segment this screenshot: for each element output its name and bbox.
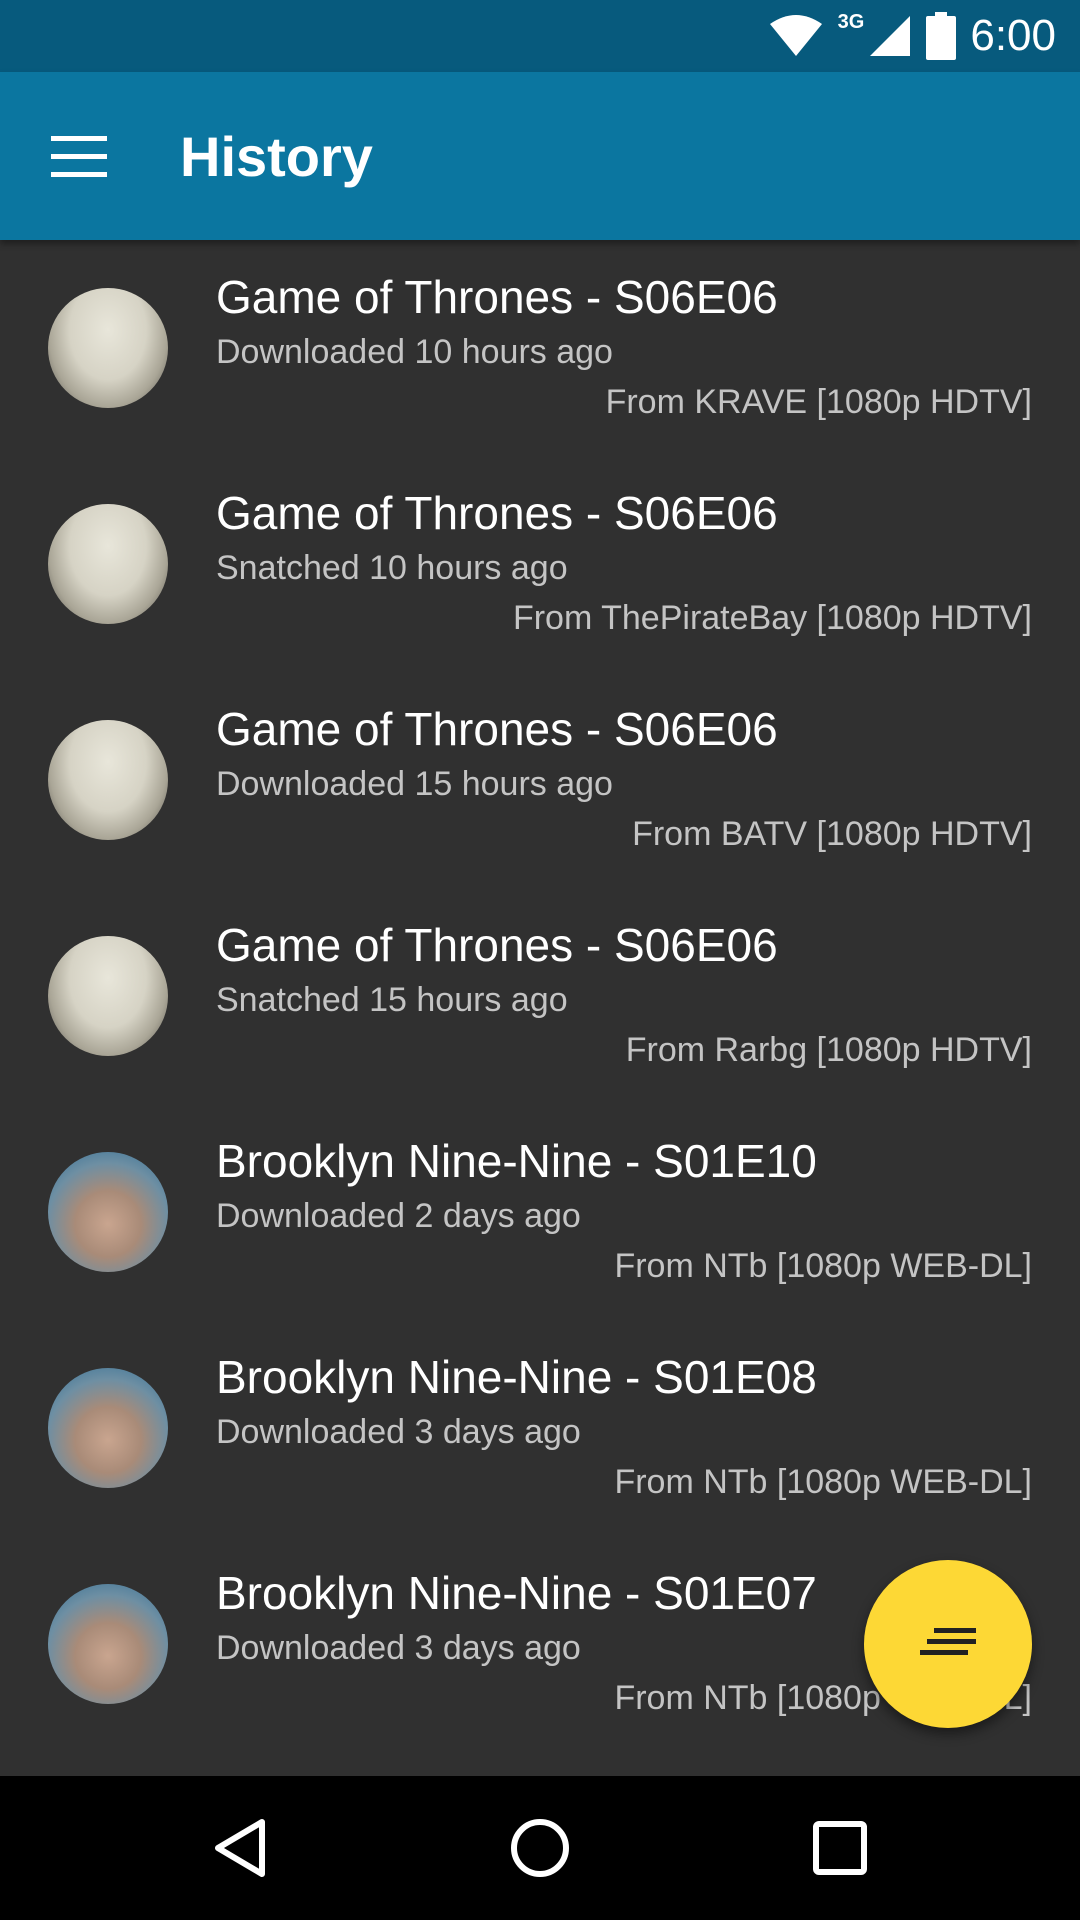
episode-status: Snatched 10 hours ago (216, 549, 568, 587)
episode-source: From NTb [1080p WEB-DL] (614, 1463, 1032, 1501)
episode-status: Snatched 15 hours ago (216, 981, 568, 1019)
back-icon[interactable] (204, 1812, 276, 1884)
episode-title: Game of Thrones - S06E06 (216, 271, 778, 323)
episode-status: Downloaded 10 hours ago (216, 333, 613, 371)
show-poster-avatar (48, 504, 168, 624)
episode-title: Brooklyn Nine-Nine - S01E07 (216, 1567, 817, 1619)
home-icon[interactable] (504, 1812, 576, 1884)
wifi-icon (769, 15, 822, 56)
episode-title: Game of Thrones - S06E06 (216, 703, 778, 755)
history-item[interactable]: Brooklyn Nine-Nine - S01E10 Downloaded 2… (0, 1104, 1080, 1320)
history-item[interactable]: Game of Thrones - S06E06 Downloaded 15 h… (0, 672, 1080, 888)
show-poster-avatar (48, 936, 168, 1056)
show-poster-avatar (48, 1584, 168, 1704)
show-poster-avatar (48, 1368, 168, 1488)
filter-sort-icon (920, 1628, 976, 1662)
history-list[interactable]: Game of Thrones - S06E06 Downloaded 10 h… (0, 240, 1080, 1776)
status-icons: 3G 6:00 (768, 0, 1056, 72)
history-item[interactable]: Brooklyn Nine-Nine - S01E08 Downloaded 3… (0, 1320, 1080, 1536)
episode-source: From ThePirateBay [1080p HDTV] (512, 599, 1032, 637)
battery-icon (926, 12, 957, 60)
episode-title: Game of Thrones - S06E06 (216, 919, 778, 971)
app-bar: History (0, 72, 1080, 240)
history-item[interactable]: Game of Thrones - S06E06 Snatched 10 hou… (0, 456, 1080, 672)
show-poster-avatar (48, 1152, 168, 1272)
cell-signal-icon (870, 16, 911, 56)
episode-status: Downloaded 2 days ago (216, 1197, 581, 1235)
status-bar: 3G 6:00 (0, 0, 1080, 72)
episode-source: From Rarbg [1080p HDTV] (625, 1031, 1032, 1069)
recents-icon[interactable] (804, 1812, 876, 1884)
episode-title: Brooklyn Nine-Nine - S01E10 (216, 1135, 817, 1187)
episode-source: From BATV [1080p HDTV] (632, 815, 1032, 853)
clock: 6:00 (970, 11, 1056, 60)
episode-status: Downloaded 15 hours ago (216, 765, 613, 803)
history-item[interactable]: Game of Thrones - S06E06 Downloaded 10 h… (0, 240, 1080, 456)
episode-title: Brooklyn Nine-Nine - S01E08 (216, 1351, 817, 1403)
episode-status: Downloaded 3 days ago (216, 1413, 581, 1451)
history-item[interactable]: Game of Thrones - S06E06 Snatched 15 hou… (0, 888, 1080, 1104)
episode-title: Game of Thrones - S06E06 (216, 487, 778, 539)
episode-source: From KRAVE [1080p HDTV] (605, 383, 1032, 421)
episode-source: From NTb [1080p WEB-DL] (614, 1247, 1032, 1285)
episode-status: Downloaded 3 days ago (216, 1629, 581, 1667)
filter-fab-button[interactable] (864, 1560, 1032, 1728)
show-poster-avatar (48, 288, 168, 408)
navigation-bar (0, 1776, 1080, 1920)
hamburger-menu-icon[interactable] (46, 124, 112, 190)
network-type-label: 3G (837, 10, 865, 33)
page-title: History (180, 125, 373, 188)
show-poster-avatar (48, 720, 168, 840)
